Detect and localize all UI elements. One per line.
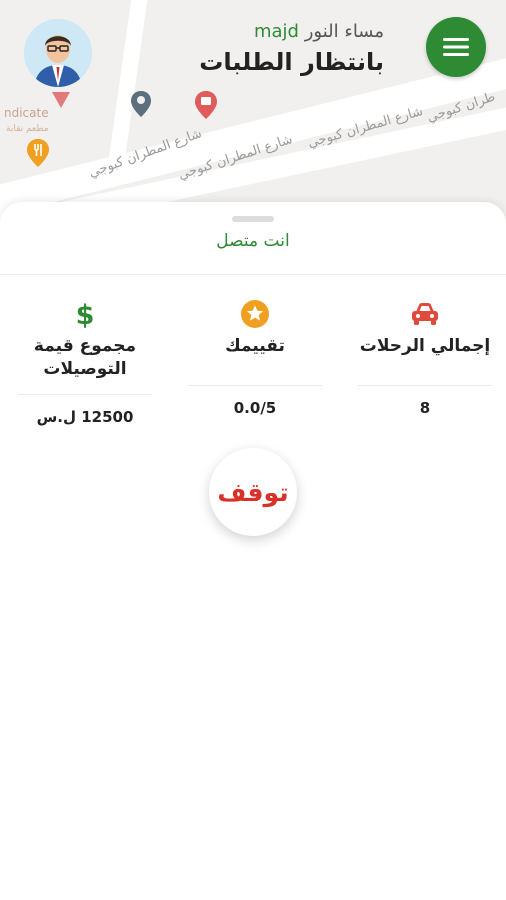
map-pin-icon[interactable] (130, 90, 152, 118)
divider (358, 385, 492, 386)
driver-avatar-icon (24, 19, 92, 87)
map-pin-icon[interactable] (50, 90, 72, 110)
stat-rating: تقييمك 0.0/5 (170, 299, 340, 417)
stat-label: مجموع قيمة التوصيلات (33, 336, 137, 379)
stat-total-trips: إجمالي الرحلات 8 (340, 299, 506, 417)
greeting-prefix: مساء النور (304, 21, 384, 42)
car-icon (412, 303, 438, 325)
map-poi-label: ndicate (4, 106, 49, 120)
divider (18, 394, 152, 395)
divider (188, 385, 322, 386)
sheet-drag-handle[interactable] (232, 216, 274, 222)
driver-name: majd (253, 21, 299, 42)
connection-status: انت متصل (216, 231, 290, 251)
star-icon (241, 300, 269, 328)
bottom-sheet[interactable]: انت متصل إجمالي الرحلات 8 تقييمك 0.0/5 $… (0, 202, 506, 900)
svg-text:$: $ (76, 300, 95, 329)
divider (0, 274, 506, 275)
greeting-text: مساء النور majd (254, 21, 384, 42)
menu-button[interactable] (426, 17, 486, 77)
dollar-icon: $ (76, 300, 95, 329)
stat-value: 0.0/5 (233, 399, 277, 417)
map-pin-icon[interactable] (194, 90, 218, 120)
hamburger-menu-icon (443, 38, 469, 56)
stat-label: إجمالي الرحلات (359, 336, 491, 356)
stat-value: 8 (419, 399, 431, 417)
stat-label: تقييمك (225, 336, 285, 356)
page-title: بانتظار الطلبات (199, 48, 384, 76)
stat-total-earnings: $ مجموع قيمة التوصيلات 12500 ل.س (0, 299, 170, 426)
restaurant-pin-icon[interactable] (26, 138, 50, 168)
stat-value: 12500 ل.س (36, 408, 134, 426)
avatar[interactable] (24, 19, 92, 87)
map-poi-label-ar: مطعم نقابة (6, 124, 49, 134)
stop-button[interactable]: توقف (209, 448, 297, 536)
